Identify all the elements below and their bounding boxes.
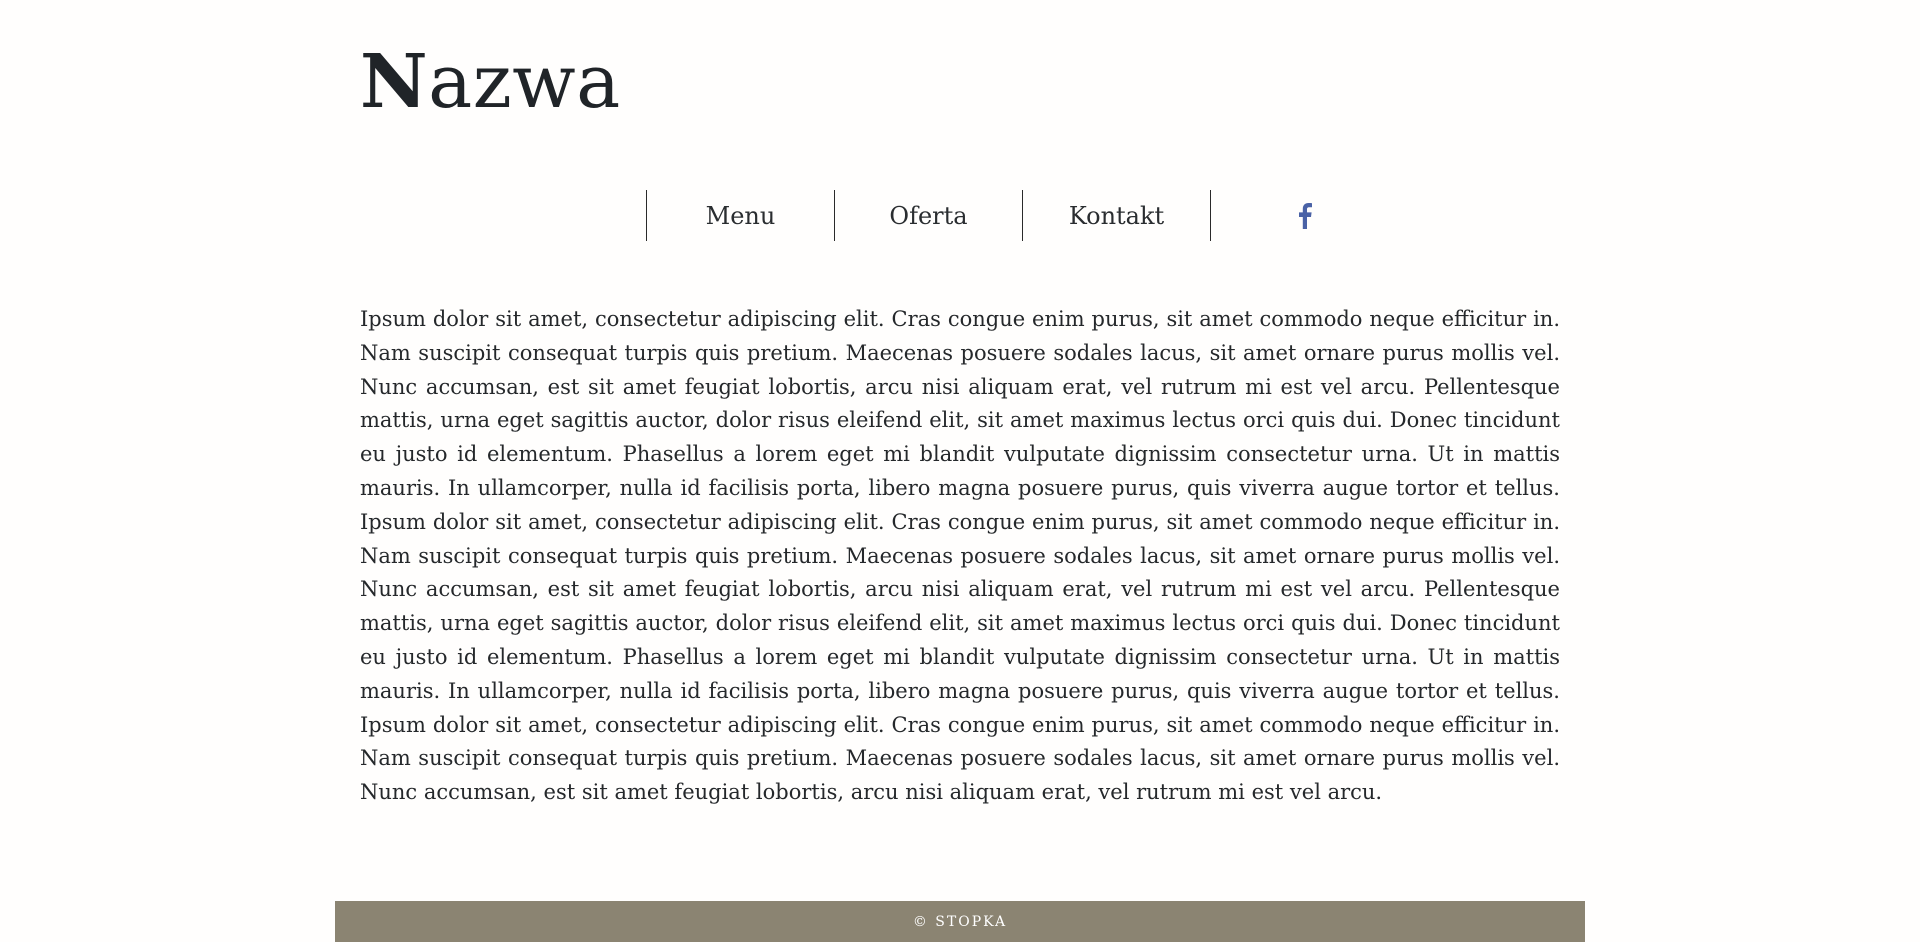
footer: © STOPKA	[335, 901, 1585, 942]
nav-item-menu[interactable]: Menu	[647, 190, 834, 241]
footer-text: © STOPKA	[912, 913, 1008, 930]
facebook-icon	[1298, 202, 1312, 229]
nav-item-kontakt[interactable]: Kontakt	[1023, 190, 1210, 241]
nav-item-oferta[interactable]: Oferta	[835, 190, 1022, 241]
site-title-initial: N	[360, 39, 429, 125]
body-text: Ipsum dolor sit amet, consectetur adipis…	[360, 307, 1560, 805]
page-container: Nazwa Menu Oferta Kontakt Ipsum dolor si…	[335, 0, 1585, 942]
main-nav: Menu Oferta Kontakt	[646, 190, 1398, 241]
facebook-link[interactable]	[1211, 190, 1398, 241]
site-title[interactable]: Nazwa	[360, 38, 621, 126]
site-title-rest: azwa	[428, 39, 621, 125]
